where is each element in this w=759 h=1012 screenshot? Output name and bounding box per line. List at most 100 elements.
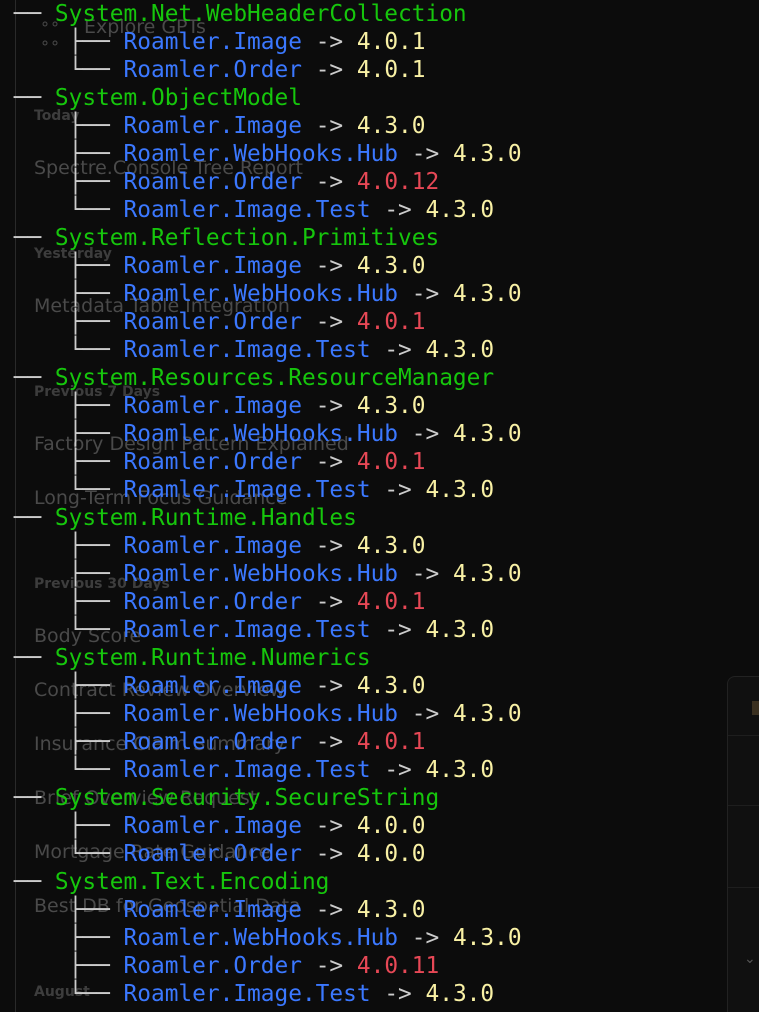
project-row: ├── Roamler.Image -> 4.0.0 [0, 812, 522, 840]
arrow-separator: -> [370, 617, 426, 643]
package-row: ── System.Runtime.Numerics [0, 644, 522, 672]
project-name: Roamler.Image [123, 897, 302, 923]
version: 4.3.0 [425, 757, 495, 783]
package-name: System.Runtime.Handles [54, 505, 357, 531]
project-name: Roamler.Image.Test [123, 477, 371, 503]
project-name: Roamler.Order [123, 57, 302, 83]
arrow-separator: -> [398, 281, 453, 307]
project-name: Roamler.Image [123, 813, 302, 839]
project-row: ├── Roamler.Image -> 4.0.1 [0, 28, 522, 56]
version: 4.3.0 [452, 421, 522, 447]
tree-branch: ├── [0, 925, 124, 951]
project-name: Roamler.WebHooks.Hub [123, 421, 399, 447]
tree-branch: ├── [0, 673, 124, 699]
tree-branch: ├── [0, 701, 124, 727]
arrow-separator: -> [301, 813, 357, 839]
tree-branch: ├── [0, 393, 124, 419]
version: 4.3.0 [356, 897, 426, 923]
package-row: ── System.Security.SecureString [0, 784, 522, 812]
project-name: Roamler.WebHooks.Hub [123, 925, 399, 951]
chevron-down-icon: ⌄ [744, 951, 756, 967]
version: 4.0.0 [356, 841, 426, 867]
tree-branch: └── [0, 981, 124, 1007]
version-mismatch: 4.0.1 [356, 589, 426, 615]
version-mismatch: 4.0.11 [356, 953, 440, 979]
version-mismatch: 4.0.12 [356, 169, 440, 195]
arrow-separator: -> [398, 925, 453, 951]
version: 4.3.0 [356, 673, 426, 699]
tree-branch: ├── [0, 253, 124, 279]
version: 4.3.0 [356, 533, 426, 559]
project-name: Roamler.WebHooks.Hub [123, 561, 399, 587]
arrow-separator: -> [370, 981, 426, 1007]
tree-branch: ├── [0, 281, 124, 307]
tree-branch: ├── [0, 729, 124, 755]
tree-branch: ├── [0, 561, 124, 587]
tree-branch: └── [0, 477, 124, 503]
package-row: ── System.Runtime.Handles [0, 504, 522, 532]
package-name: System.Reflection.Primitives [54, 225, 440, 251]
background-panel: ⌄ [727, 676, 759, 1012]
arrow-separator: -> [398, 141, 453, 167]
tree-branch: ├── [0, 169, 124, 195]
project-row: ├── Roamler.Order -> 4.0.1 [0, 728, 522, 756]
tree-branch: ── [0, 85, 55, 111]
arrow-separator: -> [301, 673, 357, 699]
project-row: ├── Roamler.WebHooks.Hub -> 4.3.0 [0, 420, 522, 448]
panel-divider [728, 735, 759, 736]
project-row: ├── Roamler.WebHooks.Hub -> 4.3.0 [0, 140, 522, 168]
tree-branch: └── [0, 197, 124, 223]
project-name: Roamler.Order [123, 309, 302, 335]
tree-branch: ├── [0, 113, 124, 139]
project-row: ├── Roamler.Image -> 4.3.0 [0, 896, 522, 924]
version: 4.3.0 [452, 561, 522, 587]
project-name: Roamler.Image [123, 533, 302, 559]
terminal-window[interactable]: ∘∘ ∘∘ Explore GPTs Today Spectre.Console … [0, 0, 759, 1012]
tree-branch: ├── [0, 533, 124, 559]
arrow-separator: -> [301, 29, 357, 55]
arrow-separator: -> [301, 897, 357, 923]
version: 4.0.1 [356, 29, 426, 55]
tree-branch: ├── [0, 897, 124, 923]
version: 4.3.0 [425, 477, 495, 503]
project-row: ├── Roamler.Image -> 4.3.0 [0, 112, 522, 140]
arrow-separator: -> [398, 701, 453, 727]
arrow-separator: -> [301, 57, 357, 83]
arrow-separator: -> [301, 169, 357, 195]
arrow-separator: -> [301, 729, 357, 755]
project-name: Roamler.Image [123, 113, 302, 139]
version-mismatch: 4.0.1 [356, 729, 426, 755]
package-row: ── System.Reflection.Primitives [0, 224, 522, 252]
project-name: Roamler.Order [123, 449, 302, 475]
arrow-separator: -> [301, 449, 357, 475]
version-mismatch: 4.0.1 [356, 449, 426, 475]
tree-branch: ├── [0, 449, 124, 475]
project-name: Roamler.WebHooks.Hub [123, 281, 399, 307]
arrow-separator: -> [370, 337, 426, 363]
project-name: Roamler.Image.Test [123, 337, 371, 363]
arrow-separator: -> [370, 757, 426, 783]
project-row: ├── Roamler.Image -> 4.3.0 [0, 672, 522, 700]
panel-divider [728, 805, 759, 806]
arrow-separator: -> [301, 113, 357, 139]
project-row: ├── Roamler.WebHooks.Hub -> 4.3.0 [0, 560, 522, 588]
tree-branch: ── [0, 645, 55, 671]
project-row: ├── Roamler.WebHooks.Hub -> 4.3.0 [0, 924, 522, 952]
arrow-separator: -> [370, 197, 426, 223]
tree-branch: ── [0, 1, 55, 27]
package-row: ── System.ObjectModel [0, 84, 522, 112]
tree-branch: ── [0, 785, 55, 811]
project-row: ├── Roamler.WebHooks.Hub -> 4.3.0 [0, 280, 522, 308]
tree-branch: └── [0, 757, 124, 783]
tree-branch: ── [0, 869, 55, 895]
arrow-separator: -> [398, 421, 453, 447]
arrow-separator: -> [301, 533, 357, 559]
version: 4.3.0 [356, 393, 426, 419]
package-row: ── System.Resources.ResourceManager [0, 364, 522, 392]
project-name: Roamler.Image [123, 29, 302, 55]
project-name: Roamler.Order [123, 729, 302, 755]
project-name: Roamler.Order [123, 169, 302, 195]
version: 4.3.0 [452, 701, 522, 727]
project-row: └── Roamler.Image.Test -> 4.3.0 [0, 980, 522, 1008]
tree-branch: └── [0, 617, 124, 643]
